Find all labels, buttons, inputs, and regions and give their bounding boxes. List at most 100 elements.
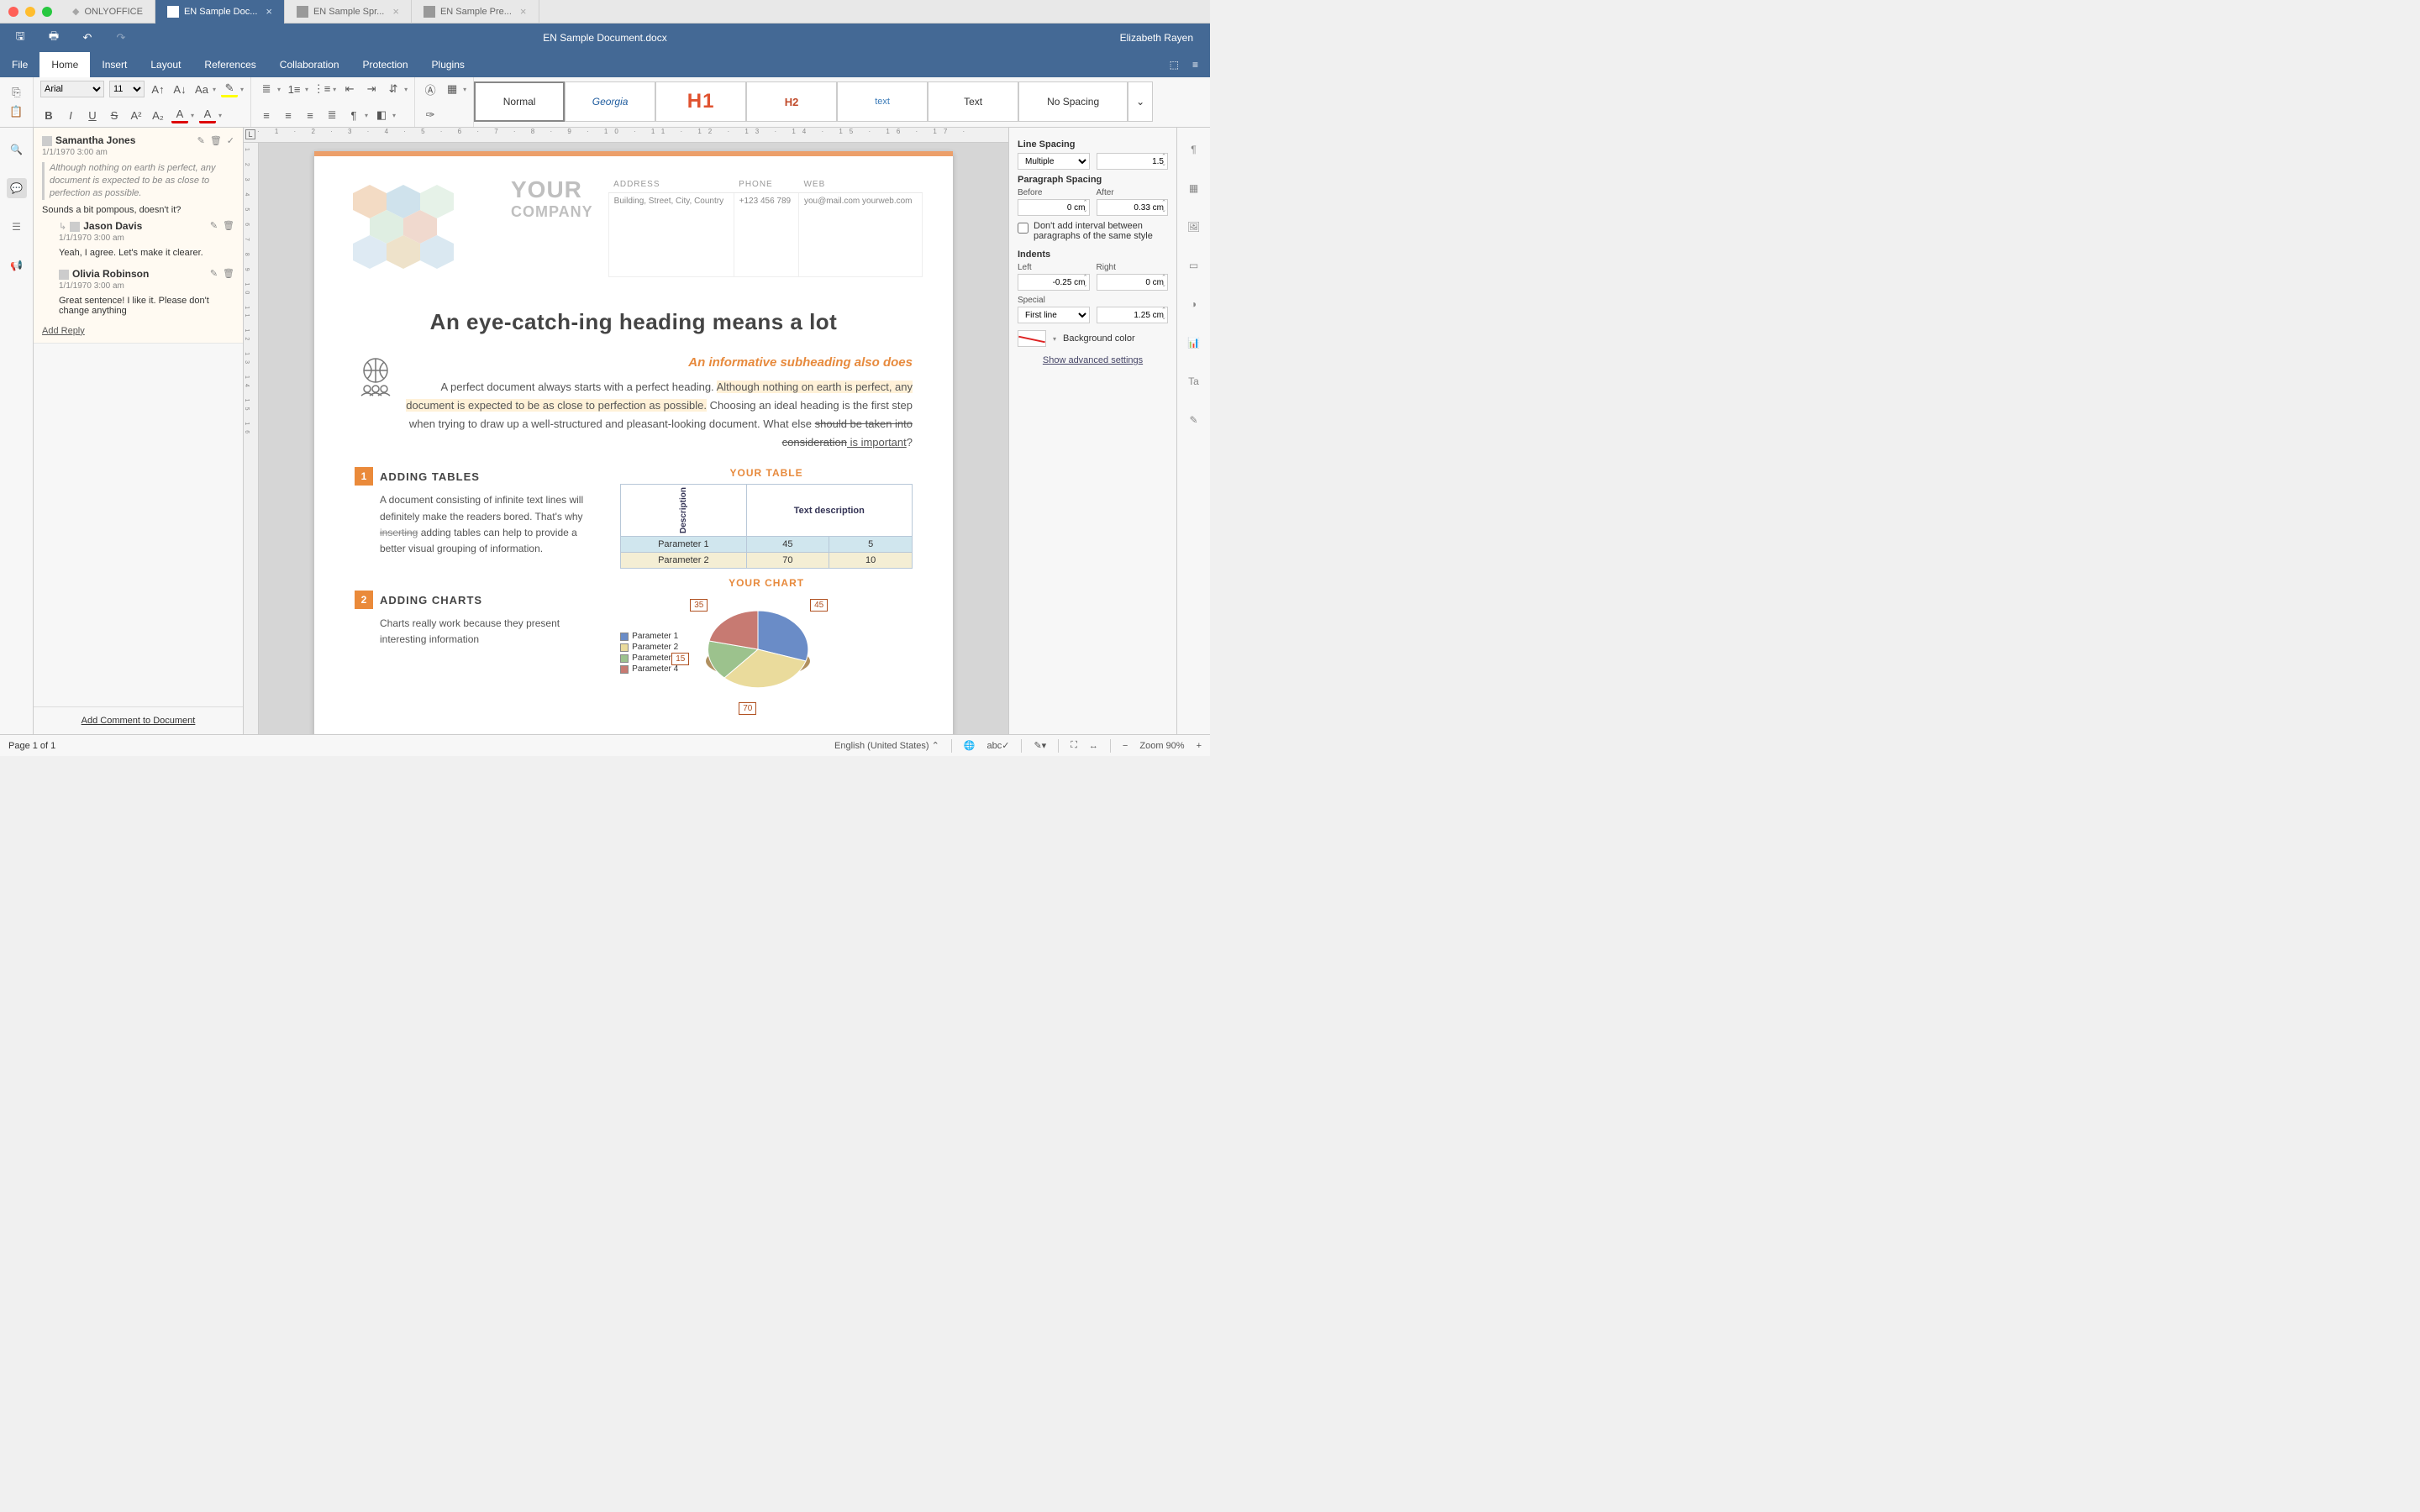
change-case-icon[interactable]: Aa <box>193 81 210 97</box>
italic-icon[interactable]: I <box>62 107 79 123</box>
line-spacing-icon[interactable]: ⇵ <box>385 81 402 97</box>
font-name-select[interactable]: Arial <box>40 81 104 97</box>
underline-icon[interactable]: U <box>84 107 101 123</box>
line-spacing-value-input[interactable] <box>1097 153 1169 170</box>
dont-add-interval-input[interactable] <box>1018 223 1028 234</box>
style-h2[interactable]: H2 <box>746 81 837 122</box>
save-icon[interactable]: 🖫 <box>12 29 29 46</box>
align-justify-icon[interactable]: ≣ <box>324 107 340 123</box>
spacing-before-input[interactable] <box>1018 199 1090 216</box>
copy-style-icon[interactable]: ✑ <box>422 107 439 123</box>
style-georgia[interactable]: Georgia <box>565 81 655 122</box>
edit-reply-icon[interactable]: ✎ <box>210 268 218 279</box>
track-changes-icon[interactable]: ✎▾ <box>1034 740 1046 751</box>
search-icon[interactable]: 🔍 <box>7 139 27 160</box>
style-normal[interactable]: Normal <box>474 81 565 122</box>
style-no-spacing[interactable]: No Spacing <box>1018 81 1128 122</box>
menu-references[interactable]: References <box>192 52 267 77</box>
zoom-level[interactable]: Zoom 90% <box>1139 741 1184 751</box>
font-color-icon[interactable]: A <box>171 107 188 123</box>
paste-icon[interactable]: 📋 <box>8 103 25 120</box>
textart-settings-icon[interactable]: Ta <box>1184 371 1204 391</box>
menu-layout[interactable]: Layout <box>139 52 192 77</box>
menu-collaboration[interactable]: Collaboration <box>268 52 351 77</box>
delete-reply-icon[interactable]: 🗑 <box>223 220 234 231</box>
indent-left-input[interactable] <box>1018 274 1090 291</box>
signature-settings-icon[interactable]: ✎ <box>1184 410 1204 430</box>
decrease-indent-icon[interactable]: ⇤ <box>341 81 358 97</box>
style-h1[interactable]: H1 <box>655 81 746 122</box>
zoom-in-icon[interactable]: + <box>1197 741 1202 751</box>
font-size-select[interactable]: 11 <box>109 81 145 97</box>
comments-panel-icon[interactable]: 💬 <box>7 178 27 198</box>
undo-icon[interactable]: ↶ <box>79 29 96 46</box>
add-comment-link[interactable]: Add Comment to Document <box>82 716 196 726</box>
shading2-icon[interactable]: ▦ <box>444 81 460 97</box>
header-footer-icon[interactable]: ▭ <box>1184 255 1204 276</box>
spellcheck-toggle-icon[interactable]: abc✓ <box>987 740 1010 751</box>
close-window-icon[interactable] <box>8 7 18 17</box>
menu-plugins[interactable]: Plugins <box>420 52 476 77</box>
minimize-window-icon[interactable] <box>25 7 35 17</box>
delete-comment-icon[interactable]: 🗑 <box>210 135 222 146</box>
shape-settings-icon[interactable]: ◑ <box>1184 294 1204 314</box>
headings-panel-icon[interactable]: ☰ <box>7 217 27 237</box>
close-tab-icon[interactable]: × <box>266 5 272 18</box>
font-color2-icon[interactable]: A <box>199 107 216 123</box>
document-page[interactable]: YOUR COMPANY ADDRESS PHONE WEB Building,… <box>314 151 953 734</box>
add-reply-link[interactable]: Add Reply <box>42 326 85 336</box>
chart-settings-icon[interactable]: 📊 <box>1184 333 1204 353</box>
edit-reply-icon[interactable]: ✎ <box>210 220 218 231</box>
dont-add-interval-checkbox[interactable]: Don't add interval between paragraphs of… <box>1018 221 1168 241</box>
superscript-icon[interactable]: A² <box>128 107 145 123</box>
special-indent-input[interactable] <box>1097 307 1169 323</box>
open-location-icon[interactable]: ⬚ <box>1170 59 1179 71</box>
close-tab-icon[interactable]: × <box>392 5 399 18</box>
tab-stop-marker[interactable]: L <box>245 129 255 139</box>
paragraph-settings-icon[interactable]: ¶ <box>1184 139 1204 160</box>
comment-thread[interactable]: Samantha Jones ✎ 🗑 ✓ 1/1/1970 3:00 am Al… <box>34 128 243 344</box>
indent-right-input[interactable] <box>1097 274 1169 291</box>
current-user[interactable]: Elizabeth Rayen <box>1120 32 1210 44</box>
redo-icon[interactable]: ↷ <box>113 29 129 46</box>
advanced-settings-link[interactable]: Show advanced settings <box>1018 355 1168 365</box>
resolve-comment-icon[interactable]: ✓ <box>227 135 234 146</box>
table-settings-icon[interactable]: ▦ <box>1184 178 1204 198</box>
page-indicator[interactable]: Page 1 of 1 <box>8 741 55 751</box>
menu-home[interactable]: Home <box>39 52 90 77</box>
copy-icon[interactable]: ⎘ <box>8 84 25 101</box>
close-tab-icon[interactable]: × <box>520 5 527 18</box>
fit-page-icon[interactable]: ⛶ <box>1071 740 1077 751</box>
align-right-icon[interactable]: ≡ <box>302 107 318 123</box>
menu-file[interactable]: File <box>0 52 39 77</box>
feedback-icon[interactable]: 📢 <box>7 255 27 276</box>
style-text[interactable]: Text <box>928 81 1018 122</box>
edit-comment-icon[interactable]: ✎ <box>197 135 205 146</box>
document-tab[interactable]: EN Sample Pre... × <box>412 0 539 24</box>
increase-indent-icon[interactable]: ⇥ <box>363 81 380 97</box>
line-spacing-mode-select[interactable]: Multiple <box>1018 153 1090 170</box>
align-left-icon[interactable]: ≡ <box>258 107 275 123</box>
document-tab[interactable]: EN Sample Doc... × <box>155 0 285 24</box>
zoom-out-icon[interactable]: − <box>1123 741 1128 751</box>
numbering-icon[interactable]: 1≡ <box>286 81 302 97</box>
bg-color-swatch[interactable] <box>1018 330 1046 347</box>
vertical-ruler[interactable]: 1 2 3 4 5 6 7 8 9 10 11 12 13 14 15 16 <box>244 143 259 734</box>
print-icon[interactable]: 🖶 <box>45 29 62 46</box>
language-selector[interactable]: English (United States) ⌃ <box>834 740 939 751</box>
multilevel-icon[interactable]: ⋮≡ <box>313 81 330 97</box>
special-indent-select[interactable]: First line <box>1018 307 1090 323</box>
image-settings-icon[interactable]: 🖼 <box>1184 217 1204 237</box>
decrease-font-icon[interactable]: A↓ <box>171 81 188 97</box>
delete-reply-icon[interactable]: 🗑 <box>223 268 234 279</box>
style-gallery-more[interactable]: ⌄ <box>1128 81 1153 122</box>
menu-insert[interactable]: Insert <box>90 52 139 77</box>
align-center-icon[interactable]: ≡ <box>280 107 297 123</box>
bold-icon[interactable]: B <box>40 107 57 123</box>
style-text-lc[interactable]: text <box>837 81 928 122</box>
subscript-icon[interactable]: A₂ <box>150 107 166 123</box>
increase-font-icon[interactable]: A↑ <box>150 81 166 97</box>
clear-style-icon[interactable]: Ⓐ <box>422 81 439 97</box>
fit-width-icon[interactable]: ↔ <box>1089 741 1098 751</box>
app-tab-brand[interactable]: ◆ ONLYOFFICE <box>60 0 155 24</box>
